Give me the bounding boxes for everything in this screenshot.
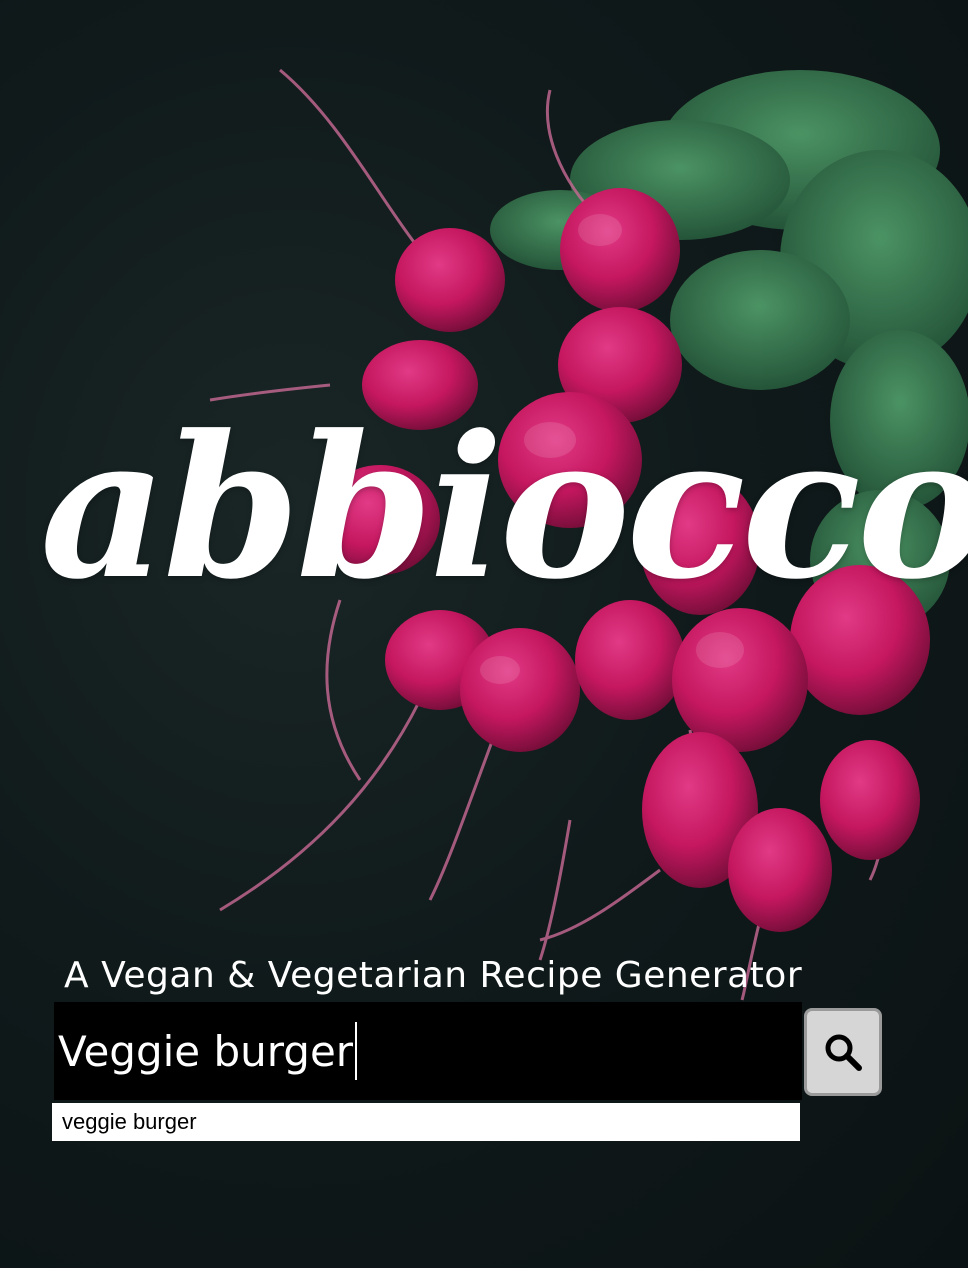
autocomplete-item[interactable]: veggie burger [52,1103,800,1141]
search-icon [825,1034,862,1071]
search-button[interactable] [804,1008,882,1096]
search-input[interactable]: Veggie burger [54,1027,353,1076]
app-logo: abbiocco [40,393,968,623]
search-field[interactable]: Veggie burger [54,1002,802,1100]
tagline: A Vegan & Vegetarian Recipe Generator [64,955,803,996]
autocomplete-list: veggie burger [52,1103,800,1141]
text-caret [355,1022,358,1080]
landing-page: abbiocco A Vegan & Vegetarian Recipe Gen… [0,0,968,1268]
